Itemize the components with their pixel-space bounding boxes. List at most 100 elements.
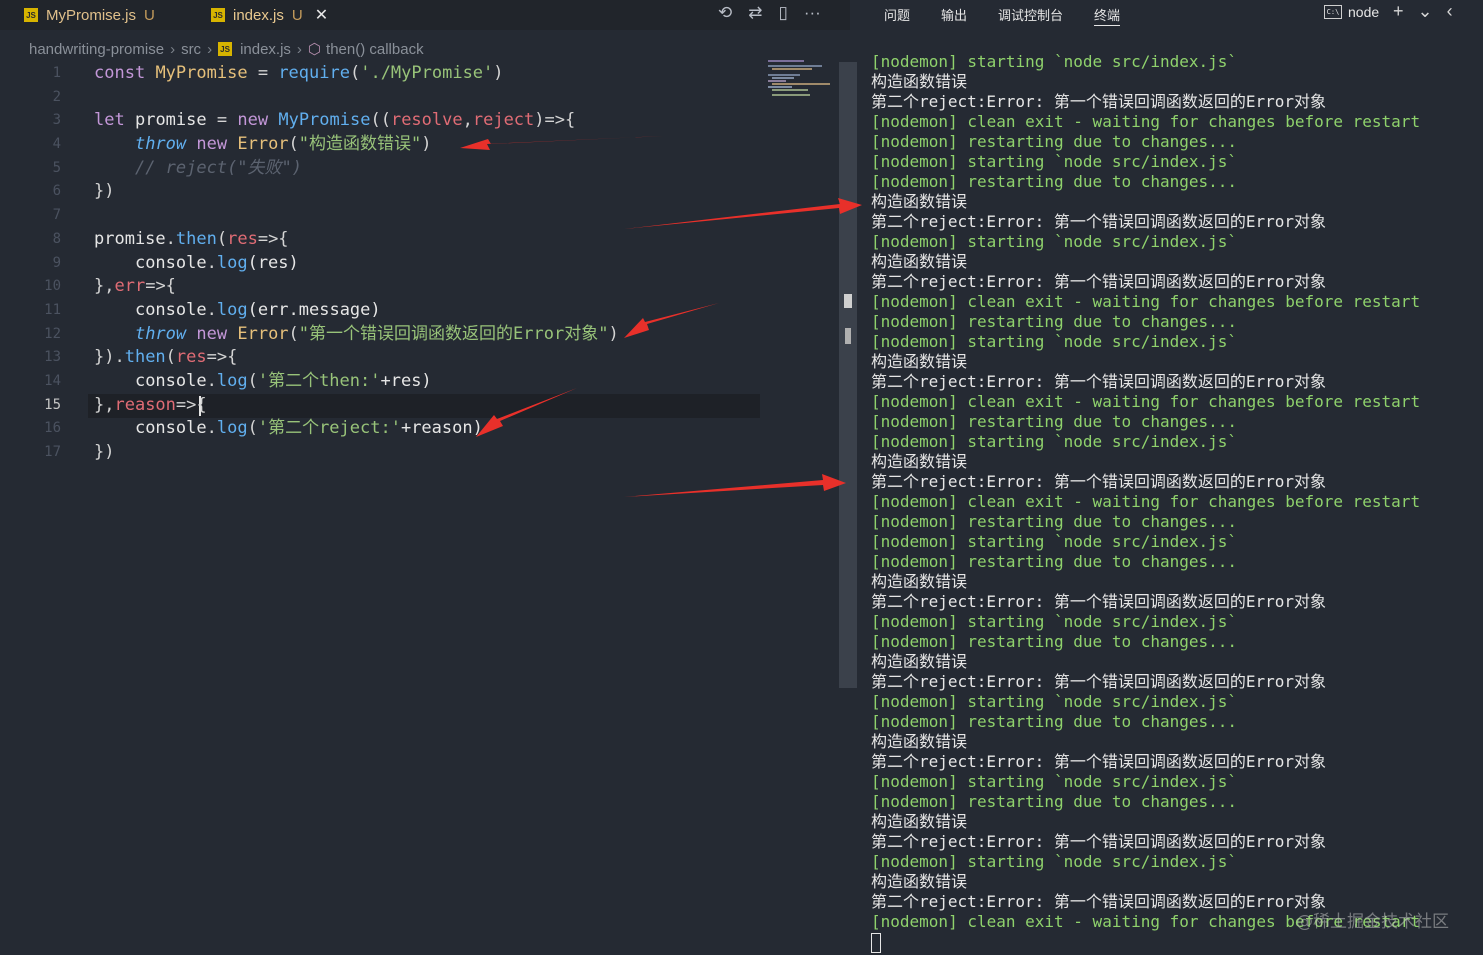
chevron-right-icon: › <box>207 40 213 58</box>
token: = <box>216 110 228 131</box>
terminal-line-error: 构造函数错误 <box>871 352 968 371</box>
terminal-line-nodemon: [nodemon] restarting due to changes... <box>871 792 1238 811</box>
token: ( <box>165 347 176 368</box>
terminal-name: node <box>1348 4 1380 20</box>
token: ( <box>216 228 228 249</box>
token: MyPromise <box>155 63 248 83</box>
terminal-line-error: 第二个reject:Error: 第一个错误回调函数返回的Error对象 <box>871 832 1327 851</box>
token: console <box>134 252 207 273</box>
line-number: 1 <box>52 65 61 81</box>
terminal-line-nodemon: [nodemon] starting `node src/index.js` <box>871 852 1238 871</box>
editor-actions: ⟲ ⇄ ▯ ··· <box>718 3 821 23</box>
close-icon[interactable]: ✕ <box>315 5 328 25</box>
code-line-13: }).then(res=>{ <box>94 346 794 370</box>
watermark: @稀土掘金技术社区 <box>1296 912 1449 932</box>
token: reason <box>114 394 176 415</box>
untracked-badge: U <box>291 6 303 24</box>
code-line-12: throw new Error("第一个错误回调函数返回的Error对象") <box>94 323 794 347</box>
tab-mypromise-js[interactable]: JS MyPromise.js U <box>24 0 155 30</box>
breadcrumb: handwriting-promise › src › JS index.js … <box>29 38 424 60</box>
terminal-line-error: 构造函数错误 <box>871 452 968 471</box>
tab-terminal[interactable]: 终端 <box>1094 5 1121 26</box>
js-file-icon: JS <box>218 42 233 56</box>
scroll-marker <box>844 294 852 308</box>
line-number: 6 <box>52 183 61 200</box>
terminal-line-error: 构造函数错误 <box>871 872 968 891</box>
token: let <box>94 110 125 131</box>
token: )=>{ <box>534 110 576 131</box>
token: throw <box>134 134 187 155</box>
minimap[interactable] <box>766 58 830 98</box>
terminal-icon: C:\ <box>1324 5 1342 19</box>
chevron-left-icon[interactable]: ‹ <box>1447 1 1453 22</box>
terminal-line-nodemon: [nodemon] starting `node src/index.js` <box>871 692 1238 711</box>
compare-changes-icon[interactable]: ⇄ <box>748 3 762 23</box>
token: }, <box>94 394 115 415</box>
token: console <box>134 418 207 439</box>
tab-debug-console[interactable]: 调试控制台 <box>998 5 1063 25</box>
code-line-9: console.log(res) <box>94 252 794 276</box>
panel-tabs: 问题 输出 调试控制台 终端 <box>884 5 1151 26</box>
code-line-6: }) <box>94 180 794 204</box>
terminal-line-error: 第二个reject:Error: 第一个错误回调函数返回的Error对象 <box>871 592 1327 611</box>
js-file-icon: JS <box>211 8 225 22</box>
terminal-line-nodemon: [nodemon] restarting due to changes... <box>871 172 1238 191</box>
terminal-line-nodemon: [nodemon] starting `node src/index.js` <box>871 612 1238 631</box>
tab-label: MyPromise.js <box>46 6 137 24</box>
more-actions-icon[interactable]: ··· <box>804 3 821 23</box>
token: +reason) <box>400 418 483 439</box>
tab-label: index.js <box>233 6 284 24</box>
token: =>{ <box>206 347 238 368</box>
line-number: 11 <box>44 301 61 318</box>
method-symbol-icon: ⬡ <box>307 41 322 58</box>
line-number-current: 15 <box>44 396 61 413</box>
line-number: 10 <box>44 278 61 295</box>
terminal-line-nodemon: [nodemon] clean exit - waiting for chang… <box>871 392 1421 411</box>
token: './MyPromise' <box>360 63 494 83</box>
token: promise <box>134 110 207 131</box>
code-line-4: throw new Error("构造函数错误") <box>94 133 794 157</box>
token: ( <box>349 63 361 83</box>
line-number: 4 <box>52 136 61 153</box>
chevron-right-icon: › <box>296 40 302 58</box>
line-number: 5 <box>52 159 61 176</box>
token: console <box>134 299 207 320</box>
breadcrumb-item-file[interactable]: index.js <box>240 41 291 58</box>
breadcrumb-item-project[interactable]: handwriting-promise <box>29 41 164 58</box>
token: =>{ <box>257 228 289 249</box>
tab-problems[interactable]: 问题 <box>884 5 910 25</box>
new-terminal-icon[interactable]: + <box>1393 1 1404 22</box>
terminal-selector[interactable]: C:\ node <box>1324 4 1379 20</box>
token: (( <box>370 110 391 131</box>
terminal-line-error: 第二个reject:Error: 第一个错误回调函数返回的Error对象 <box>871 472 1327 491</box>
token: new <box>237 110 269 131</box>
breadcrumb-item-src[interactable]: src <box>181 41 201 58</box>
timeline-icon[interactable]: ⟲ <box>718 3 732 23</box>
code-line-14: console.log('第二个then:'+res) <box>94 370 794 394</box>
line-number: 7 <box>52 207 61 224</box>
tab-index-js[interactable]: JS index.js U ✕ <box>211 0 328 30</box>
terminal-line-nodemon: [nodemon] clean exit - waiting for chang… <box>871 292 1421 311</box>
breadcrumb-item-symbol[interactable]: then() callback <box>326 41 424 58</box>
split-editor-icon[interactable]: ▯ <box>779 3 788 23</box>
vertical-scrollbar[interactable] <box>839 62 857 688</box>
terminal-output[interactable]: [nodemon] starting `node src/index.js` 构造… <box>871 52 1471 932</box>
token: ) <box>493 63 504 83</box>
line-number: 13 <box>44 349 61 366</box>
token: ) <box>608 323 619 344</box>
token: . <box>206 370 217 391</box>
line-number: 2 <box>52 88 61 105</box>
terminal-line-error: 构造函数错误 <box>871 192 968 211</box>
terminal-line-nodemon: [nodemon] clean exit - waiting for chang… <box>871 112 1421 131</box>
code-line-11: console.log(err.message) <box>94 299 794 323</box>
terminal-line-error: 第二个reject:Error: 第一个错误回调函数返回的Error对象 <box>871 92 1327 111</box>
terminal-line-nodemon: [nodemon] restarting due to changes... <box>871 412 1238 431</box>
tab-output[interactable]: 输出 <box>941 5 967 25</box>
line-number: 12 <box>44 325 61 342</box>
chevron-down-icon[interactable]: ⌄ <box>1418 1 1433 22</box>
token: "构造函数错误" <box>298 134 422 155</box>
token: "第一个错误回调函数返回的Error对象" <box>298 323 609 344</box>
code-editor[interactable]: const MyPromise = require('./MyPromise')… <box>94 62 794 465</box>
token: reject <box>472 110 535 131</box>
